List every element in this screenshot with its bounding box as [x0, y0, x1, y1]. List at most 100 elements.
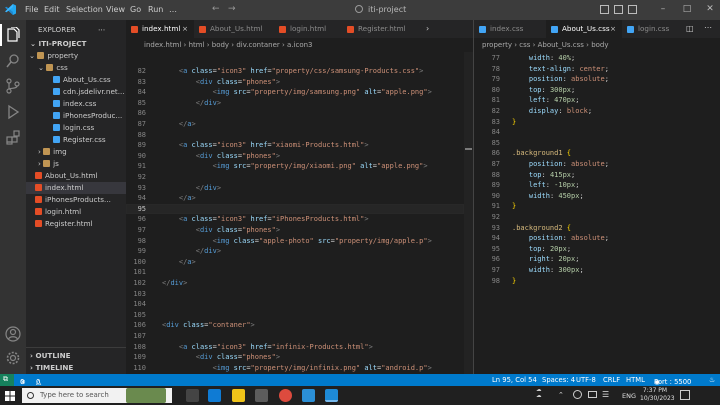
menu-go[interactable]: Go: [130, 5, 141, 14]
minimize-icon[interactable]: –: [656, 2, 670, 16]
tray-arrow-icon[interactable]: ⌃: [558, 391, 564, 399]
code-line[interactable]: </div>: [162, 278, 187, 289]
tree-item-register-html[interactable]: Register.html: [26, 218, 126, 230]
code-line[interactable]: left: 470px;: [512, 95, 580, 106]
tree-item-js[interactable]: › js: [26, 158, 126, 170]
left-breadcrumb[interactable]: index.html › html › body › div.contaner …: [144, 38, 313, 52]
code-line[interactable]: }: [512, 117, 516, 128]
tree-item-about-us-css[interactable]: About_Us.css: [26, 74, 126, 86]
notifications-bell-icon[interactable]: ♨: [709, 376, 715, 384]
code-line[interactable]: position: absolute;: [512, 74, 609, 85]
code-line[interactable]: <div class="phones">: [162, 225, 280, 236]
code-line[interactable]: right: 20px;: [512, 254, 580, 265]
project-root[interactable]: ⌄ ITI-PROJECT: [30, 38, 86, 50]
code-line[interactable]: <div class="phones">: [162, 352, 280, 363]
code-line[interactable]: <a class="icon3" href="infinix-Products.…: [162, 342, 373, 353]
tree-item-register-css[interactable]: Register.css: [26, 134, 126, 146]
code-line[interactable]: </div>: [162, 98, 221, 109]
tab-about-us-html[interactable]: About_Us.html: [194, 20, 274, 38]
tree-item-about-us-html[interactable]: About_Us.html: [26, 170, 126, 182]
eol-status[interactable]: CRLF: [603, 376, 620, 384]
close-icon[interactable]: ✕: [703, 2, 717, 16]
account-icon[interactable]: [5, 326, 21, 342]
back-arrow-icon[interactable]: ←: [212, 4, 220, 14]
split-editor-icon[interactable]: ◫: [686, 24, 694, 33]
forward-arrow-icon[interactable]: →: [228, 4, 236, 14]
weather-widget[interactable]: ☁ ☁: [536, 387, 542, 399]
code-line[interactable]: width: 300px;: [512, 265, 584, 276]
search-icon[interactable]: [355, 5, 363, 13]
tree-item-css[interactable]: ⌄ css: [26, 62, 126, 74]
layout-secondary-icon[interactable]: [628, 5, 637, 14]
menu-view[interactable]: View: [106, 5, 125, 14]
tree-item-iphonesproduc[interactable]: iPhonesProduc...: [26, 110, 126, 122]
code-line[interactable]: .background1 {: [512, 148, 571, 159]
code-line[interactable]: }: [512, 201, 516, 212]
code-line[interactable]: top: 20px;: [512, 244, 571, 255]
code-line[interactable]: <a class="icon3" href="xiaomi-Products.h…: [162, 140, 369, 151]
tab-login-css[interactable]: login.css: [622, 20, 682, 38]
menu-selection[interactable]: Selection: [66, 5, 103, 14]
code-line[interactable]: </a>: [162, 193, 196, 204]
right-breadcrumb[interactable]: property › css › About_Us.css › body: [482, 38, 609, 52]
code-line[interactable]: <div class="phones">: [162, 151, 280, 162]
code-line[interactable]: <img src="property/img/samsung.png" alt=…: [162, 87, 432, 98]
tree-item-img[interactable]: › img: [26, 146, 126, 158]
layout-sidebar-icon[interactable]: [600, 5, 609, 14]
clock-date[interactable]: 10/30/2023: [640, 395, 675, 402]
file-explorer-icon[interactable]: [232, 389, 245, 402]
maximize-icon[interactable]: □: [680, 2, 694, 16]
code-line[interactable]: <div class="contaner">: [162, 320, 255, 331]
tab-register-html[interactable]: Register.html: [342, 20, 418, 38]
window-title[interactable]: iti-project: [368, 5, 406, 14]
code-line[interactable]: <a class="icon3" href="property/css/sams…: [162, 66, 424, 77]
tab-index-css[interactable]: index.css: [474, 20, 546, 38]
code-line[interactable]: text-align: center;: [512, 64, 609, 75]
close-tab-icon[interactable]: ×: [610, 20, 616, 38]
code-line[interactable]: left: -10px;: [512, 180, 580, 191]
code-line[interactable]: <a class="icon3" href="iPhonesProducts.h…: [162, 214, 369, 225]
tree-item-index-html[interactable]: index.html: [26, 182, 126, 194]
layout-panel-icon[interactable]: [614, 5, 623, 14]
indentation-status[interactable]: Spaces: 4: [542, 376, 575, 384]
tab-about-us-css[interactable]: About_Us.css ×: [546, 20, 622, 38]
vscode-taskbar-icon[interactable]: [325, 389, 338, 402]
code-line[interactable]: position: absolute;: [512, 159, 609, 170]
code-line[interactable]: </a>: [162, 257, 196, 268]
wifi-icon[interactable]: ☰: [602, 390, 609, 399]
settings-app-icon[interactable]: [302, 389, 315, 402]
left-code-editor[interactable]: 82 <a class="icon3" href="property/css/s…: [126, 66, 464, 372]
input-language[interactable]: ENG: [622, 392, 636, 400]
run-debug-icon[interactable]: [5, 104, 21, 120]
code-line[interactable]: </div>: [162, 183, 221, 194]
tray-app-icon[interactable]: [573, 390, 582, 399]
tab-login-html[interactable]: login.html: [274, 20, 342, 38]
right-code-editor[interactable]: 77 width: 40%; 78 text-align: center; 79 p…: [474, 53, 720, 293]
menu-run[interactable]: Run: [148, 5, 163, 14]
cursor-position[interactable]: Ln 95, Col 54: [492, 376, 537, 384]
windows-start-icon[interactable]: [5, 391, 15, 401]
chrome-icon[interactable]: [279, 389, 292, 402]
battery-icon[interactable]: [588, 391, 597, 398]
code-line[interactable]: </div>: [162, 246, 221, 257]
search-sidebar-icon[interactable]: [5, 53, 21, 69]
code-line[interactable]: <img src="property/img/infinix.png" alt=…: [162, 363, 432, 372]
tab-scroll-icon[interactable]: ›: [426, 24, 429, 33]
tree-item-index-css[interactable]: index.css: [26, 98, 126, 110]
outline-section[interactable]: › OUTLINE: [30, 350, 71, 362]
notification-center-icon[interactable]: [680, 390, 690, 400]
task-view-icon[interactable]: [186, 389, 199, 402]
code-line[interactable]: width: 40%;: [512, 53, 575, 64]
code-line[interactable]: <div class="phones">: [162, 77, 280, 88]
code-line[interactable]: top: 415px;: [512, 170, 575, 181]
store-icon[interactable]: [255, 389, 268, 402]
tree-item-login-html[interactable]: login.html: [26, 206, 126, 218]
close-tab-icon[interactable]: ×: [182, 20, 188, 38]
code-line[interactable]: }: [512, 276, 516, 287]
menu-file[interactable]: File: [25, 5, 38, 14]
clock-time[interactable]: 7:37 PM: [640, 387, 670, 394]
more-actions-icon[interactable]: ⋯: [704, 23, 712, 32]
settings-gear-icon[interactable]: [5, 350, 21, 366]
menu-more[interactable]: …: [169, 5, 177, 14]
more-actions-icon[interactable]: ⋯: [98, 24, 105, 36]
